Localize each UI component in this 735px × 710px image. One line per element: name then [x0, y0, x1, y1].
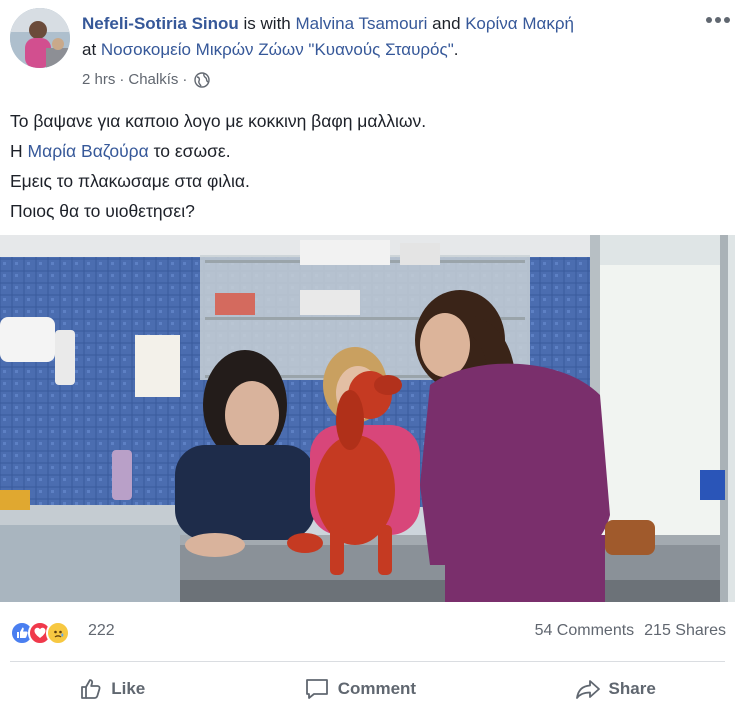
- body-line-1: Το βαψανε για καποιο λογο με κοκκινη βαφ…: [10, 111, 427, 131]
- action-bar: Like Comment Share: [0, 668, 735, 710]
- comment-icon: [305, 679, 328, 699]
- reactions-bar: 222 54 Comments 215 Shares: [0, 603, 735, 661]
- thumbs-up-icon: [81, 679, 101, 699]
- and-label: and: [427, 14, 466, 33]
- tagged-user-1[interactable]: Malvina Tsamouri: [295, 14, 427, 33]
- sad-icon: [46, 621, 70, 645]
- post-meta: 2 hrs · Chalkís ·: [82, 71, 211, 88]
- comment-button[interactable]: Comment: [304, 677, 416, 701]
- post-headline: Nefeli-Sotiria Sinou is with Malvina Tsa…: [82, 11, 692, 63]
- post-stats: 54 Comments 215 Shares: [535, 622, 726, 640]
- body-line-4: Ποιος θα το υιοθετησει?: [10, 201, 195, 221]
- avatar[interactable]: [10, 8, 70, 68]
- meta-dot-2: ·: [182, 71, 188, 88]
- tagged-user-2[interactable]: Κορίνα Μακρή: [465, 14, 574, 33]
- reaction-count[interactable]: 222: [88, 622, 115, 640]
- post-time[interactable]: 2 hrs: [82, 71, 115, 88]
- share-button[interactable]: Share: [575, 677, 656, 701]
- like-button[interactable]: Like: [79, 677, 145, 701]
- divider: [10, 661, 725, 662]
- mention-link[interactable]: Μαρία Βαζούρα: [28, 141, 149, 161]
- comments-count[interactable]: 54 Comments: [535, 622, 635, 640]
- with-label: is with: [238, 14, 296, 33]
- comment-label: Comment: [337, 679, 417, 698]
- post-photo[interactable]: [0, 235, 735, 602]
- globe-icon[interactable]: [194, 71, 211, 88]
- body-line-2-suffix: το εσωσε.: [148, 141, 231, 161]
- shares-count[interactable]: 215 Shares: [644, 622, 726, 640]
- at-label: at: [82, 40, 101, 59]
- share-icon: [575, 680, 600, 699]
- body-line-2: Η Μαρία Βαζούρα το εσωσε.: [10, 136, 725, 166]
- checkin-place[interactable]: Νοσοκομείο Μικρών Ζώων "Κυανούς Σταυρός": [101, 40, 454, 59]
- post-body: Το βαψανε για καποιο λογο με κοκκινη βαφ…: [10, 106, 725, 226]
- body-line-2-prefix: Η: [10, 141, 28, 161]
- like-label: Like: [111, 679, 146, 698]
- post-location[interactable]: Chalkís: [128, 71, 178, 88]
- share-label: Share: [608, 679, 656, 698]
- meta-dot: ·: [119, 71, 125, 88]
- author-name[interactable]: Nefeli-Sotiria Sinou: [82, 14, 239, 33]
- post-header: Nefeli-Sotiria Sinou is with Malvina Tsa…: [0, 0, 735, 100]
- reaction-icons[interactable]: [10, 621, 70, 645]
- body-line-3: Εμεις το πλακωσαμε στα φιλια.: [10, 171, 250, 191]
- more-options-icon[interactable]: [705, 12, 731, 28]
- place-end: .: [453, 40, 459, 59]
